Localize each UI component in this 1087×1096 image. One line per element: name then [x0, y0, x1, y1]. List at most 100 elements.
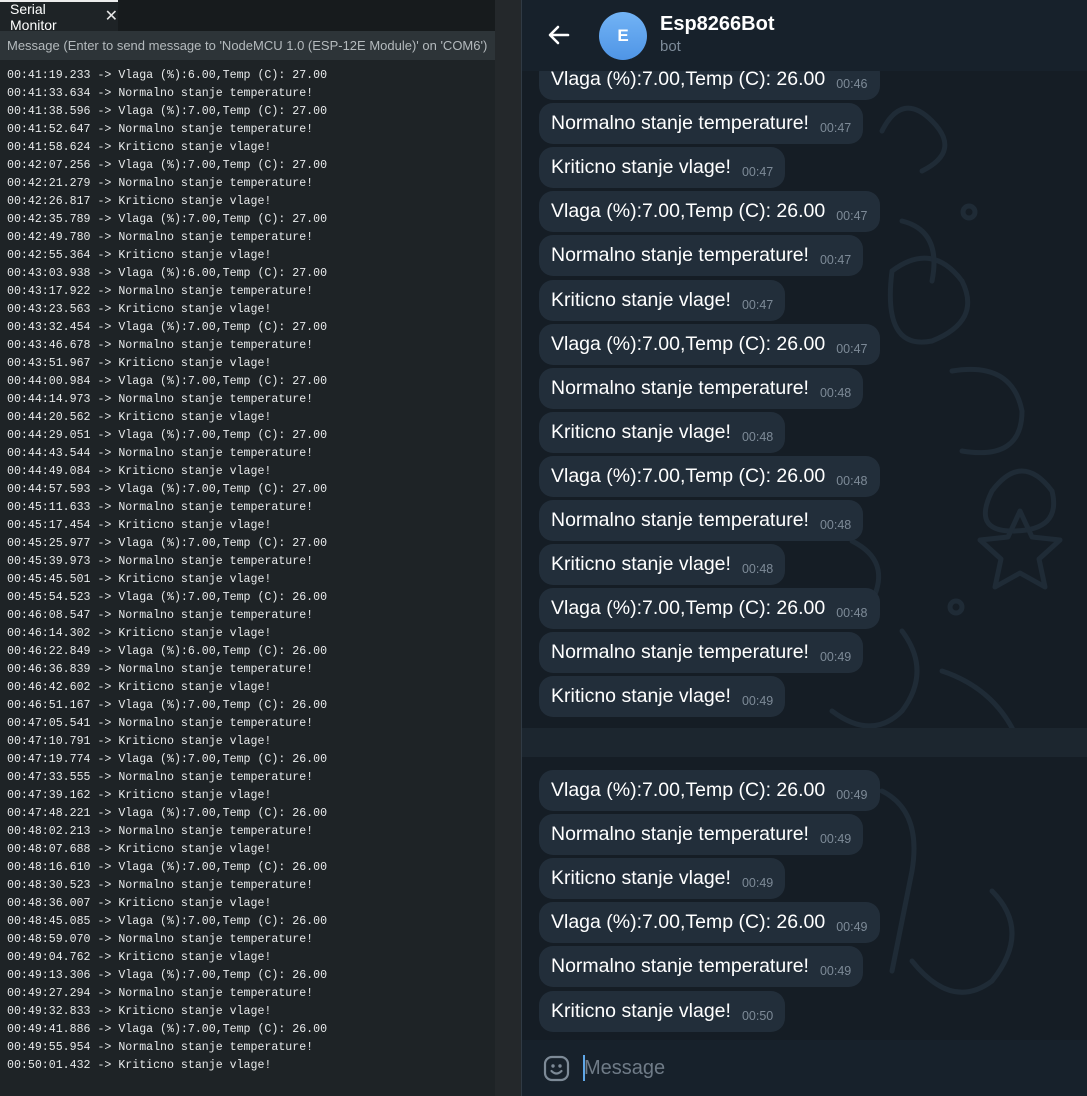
message-time: 00:48: [741, 429, 774, 444]
message-bubble[interactable]: Vlaga (%):7.00,Temp (C): 26.00 00:47: [539, 323, 880, 365]
tab-serial-monitor-label: Serial Monitor: [10, 0, 57, 33]
serial-log-line: 00:49:32.833 -> Kriticno stanje vlage!: [7, 1005, 272, 1018]
message-composer: [522, 1040, 1087, 1096]
message-text: Normalno stanje temperature!: [551, 244, 809, 267]
serial-message-input[interactable]: [0, 31, 495, 60]
message-bubble[interactable]: Vlaga (%):7.00,Temp (C): 26.00 00:47: [539, 191, 880, 233]
serial-log-line: 00:49:55.954 -> Normalno stanje temperat…: [7, 1041, 314, 1054]
message-input[interactable]: [584, 1052, 1064, 1084]
message-bubble[interactable]: Normalno stanje temperature! 00:49: [539, 946, 864, 988]
serial-log-line: 00:48:02.213 -> Normalno stanje temperat…: [7, 825, 314, 838]
serial-log-line: 00:45:39.973 -> Normalno stanje temperat…: [7, 555, 314, 568]
message-text: Kriticno stanje vlage!: [551, 156, 731, 179]
unread-divider: [522, 728, 1087, 757]
message-bubble[interactable]: Vlaga (%):7.00,Temp (C): 26.00 00:46: [539, 71, 880, 100]
serial-log-line: 00:45:11.633 -> Normalno stanje temperat…: [7, 501, 314, 514]
serial-log-line: 00:41:33.634 -> Normalno stanje temperat…: [7, 87, 314, 100]
message-bubble[interactable]: Normalno stanje temperature! 00:49: [539, 814, 864, 856]
message-bubble[interactable]: Vlaga (%):7.00,Temp (C): 26.00 00:49: [539, 770, 880, 811]
serial-log-line: 00:45:45.501 -> Kriticno stanje vlage!: [7, 573, 272, 586]
message-bubble[interactable]: Normalno stanje temperature! 00:47: [539, 103, 864, 145]
serial-log-line: 00:43:46.678 -> Normalno stanje temperat…: [7, 339, 314, 352]
message-text: Vlaga (%):7.00,Temp (C): 26.00: [551, 597, 826, 620]
emoji-smile-icon[interactable]: [542, 1054, 571, 1083]
serial-log-line: 00:49:13.306 -> Vlaga (%):7.00,Temp (C):…: [7, 969, 328, 982]
serial-log-line: 00:50:01.432 -> Kriticno stanje vlage!: [7, 1059, 272, 1072]
message-time: 00:47: [836, 209, 868, 224]
serial-log-line: 00:49:27.294 -> Normalno stanje temperat…: [7, 987, 314, 1000]
message-bubble[interactable]: Kriticno stanje vlage! 00:50: [539, 990, 786, 1032]
serial-log-line: 00:45:54.523 -> Vlaga (%):7.00,Temp (C):…: [7, 591, 328, 604]
serial-log-line: 00:44:57.593 -> Vlaga (%):7.00,Temp (C):…: [7, 483, 328, 496]
message-text: Vlaga (%):7.00,Temp (C): 26.00: [551, 332, 826, 355]
serial-log-line: 00:48:45.085 -> Vlaga (%):7.00,Temp (C):…: [7, 915, 328, 928]
serial-log-line: 00:42:55.364 -> Kriticno stanje vlage!: [7, 249, 272, 262]
message-time: 00:49: [836, 788, 868, 802]
message-time: 00:47: [819, 253, 852, 268]
message-bubble[interactable]: Normalno stanje temperature! 00:48: [539, 367, 864, 409]
serial-tab-bar: Serial Monitor ✕: [0, 0, 495, 33]
serial-log-line: 00:44:20.562 -> Kriticno stanje vlage!: [7, 411, 272, 424]
message-time: 00:47: [819, 121, 852, 136]
message-bubble[interactable]: Kriticno stanje vlage! 00:49: [539, 858, 786, 900]
message-text: Normalno stanje temperature!: [551, 955, 809, 978]
chat-header: E Esp8266Bot bot: [522, 0, 1087, 71]
message-bubble[interactable]: Vlaga (%):7.00,Temp (C): 26.00 00:49: [539, 902, 880, 944]
message-list[interactable]: Vlaga (%):7.00,Temp (C): 26.00 00:46 Norma…: [522, 71, 1087, 1040]
message-time: 00:48: [819, 385, 852, 400]
message-bubble[interactable]: Normalno stanje temperature! 00:48: [539, 500, 864, 541]
serial-log-line: 00:48:30.523 -> Normalno stanje temperat…: [7, 879, 314, 892]
serial-log-line: 00:42:49.780 -> Normalno stanje temperat…: [7, 231, 314, 244]
serial-log-line: 00:43:23.563 -> Kriticno stanje vlage!: [7, 303, 272, 316]
serial-log-line: 00:49:41.886 -> Vlaga (%):7.00,Temp (C):…: [7, 1023, 328, 1036]
serial-log-line: 00:43:32.454 -> Vlaga (%):7.00,Temp (C):…: [7, 321, 328, 334]
serial-log-line: 00:46:42.602 -> Kriticno stanje vlage!: [7, 681, 272, 694]
message-bubble[interactable]: Kriticno stanje vlage! 00:48: [539, 544, 786, 586]
serial-log-line: 00:44:49.084 -> Kriticno stanje vlage!: [7, 465, 272, 478]
message-time: 00:48: [741, 562, 774, 577]
message-bubble[interactable]: Normalno stanje temperature! 00:49: [539, 632, 864, 674]
message-text: Vlaga (%):7.00,Temp (C): 26.00: [551, 200, 826, 223]
message-text: Normalno stanje temperature!: [551, 376, 809, 399]
serial-log-line: 00:46:22.849 -> Vlaga (%):6.00,Temp (C):…: [7, 645, 328, 658]
close-icon[interactable]: ✕: [105, 8, 118, 25]
message-bubble[interactable]: Vlaga (%):7.00,Temp (C): 26.00 00:48: [539, 455, 880, 497]
message-text: Normalno stanje temperature!: [551, 823, 809, 846]
chat-subtitle: bot: [660, 38, 681, 55]
serial-log-line: 00:47:05.541 -> Normalno stanje temperat…: [7, 717, 314, 730]
serial-log-line: 00:46:51.167 -> Vlaga (%):7.00,Temp (C):…: [7, 699, 328, 712]
serial-log-line: 00:46:36.839 -> Normalno stanje temperat…: [7, 663, 314, 676]
serial-log-line: 00:41:58.624 -> Kriticno stanje vlage!: [7, 141, 272, 154]
avatar[interactable]: E: [599, 12, 647, 60]
message-text: Vlaga (%):7.00,Temp (C): 26.00: [551, 71, 826, 90]
message-text: Normalno stanje temperature!: [551, 641, 809, 664]
message-time: 00:49: [741, 694, 774, 709]
message-bubble[interactable]: Kriticno stanje vlage! 00:48: [539, 411, 786, 453]
serial-log-line: 00:42:26.817 -> Kriticno stanje vlage!: [7, 195, 272, 208]
serial-log-line: 00:48:59.070 -> Normalno stanje temperat…: [7, 933, 314, 946]
tab-serial-monitor[interactable]: Serial Monitor ✕: [0, 0, 118, 33]
serial-log-line: 00:45:25.977 -> Vlaga (%):7.00,Temp (C):…: [7, 537, 328, 550]
serial-log-line: 00:48:36.007 -> Kriticno stanje vlage!: [7, 897, 272, 910]
message-text: Normalno stanje temperature!: [551, 509, 809, 531]
message-text: Kriticno stanje vlage!: [551, 867, 731, 890]
message-bubble[interactable]: Normalno stanje temperature! 00:47: [539, 235, 864, 277]
serial-log-line: 00:43:03.938 -> Vlaga (%):6.00,Temp (C):…: [7, 267, 328, 280]
message-text: Normalno stanje temperature!: [551, 112, 809, 135]
message-time: 00:47: [836, 341, 868, 356]
serial-log-line: 00:47:39.162 -> Kriticno stanje vlage!: [7, 789, 272, 802]
message-time: 00:48: [819, 518, 852, 532]
message-time: 00:49: [819, 832, 852, 847]
arrow-left-icon[interactable]: [544, 20, 574, 50]
serial-log-line: 00:48:16.610 -> Vlaga (%):7.00,Temp (C):…: [7, 861, 328, 874]
message-bubble[interactable]: Kriticno stanje vlage! 00:47: [539, 279, 786, 321]
message-text: Vlaga (%):7.00,Temp (C): 26.00: [551, 464, 826, 487]
serial-log-line: 00:41:19.233 -> Vlaga (%):6.00,Temp (C):…: [7, 69, 328, 82]
message-time: 00:46: [836, 77, 868, 91]
message-time: 00:50: [741, 1008, 774, 1023]
message-bubble[interactable]: Vlaga (%):7.00,Temp (C): 26.00 00:48: [539, 588, 880, 630]
message-bubble[interactable]: Kriticno stanje vlage! 00:49: [539, 676, 786, 718]
serial-log-line: 00:47:33.555 -> Normalno stanje temperat…: [7, 771, 314, 784]
serial-log-line: 00:43:51.967 -> Kriticno stanje vlage!: [7, 357, 272, 370]
message-bubble[interactable]: Kriticno stanje vlage! 00:47: [539, 147, 786, 189]
